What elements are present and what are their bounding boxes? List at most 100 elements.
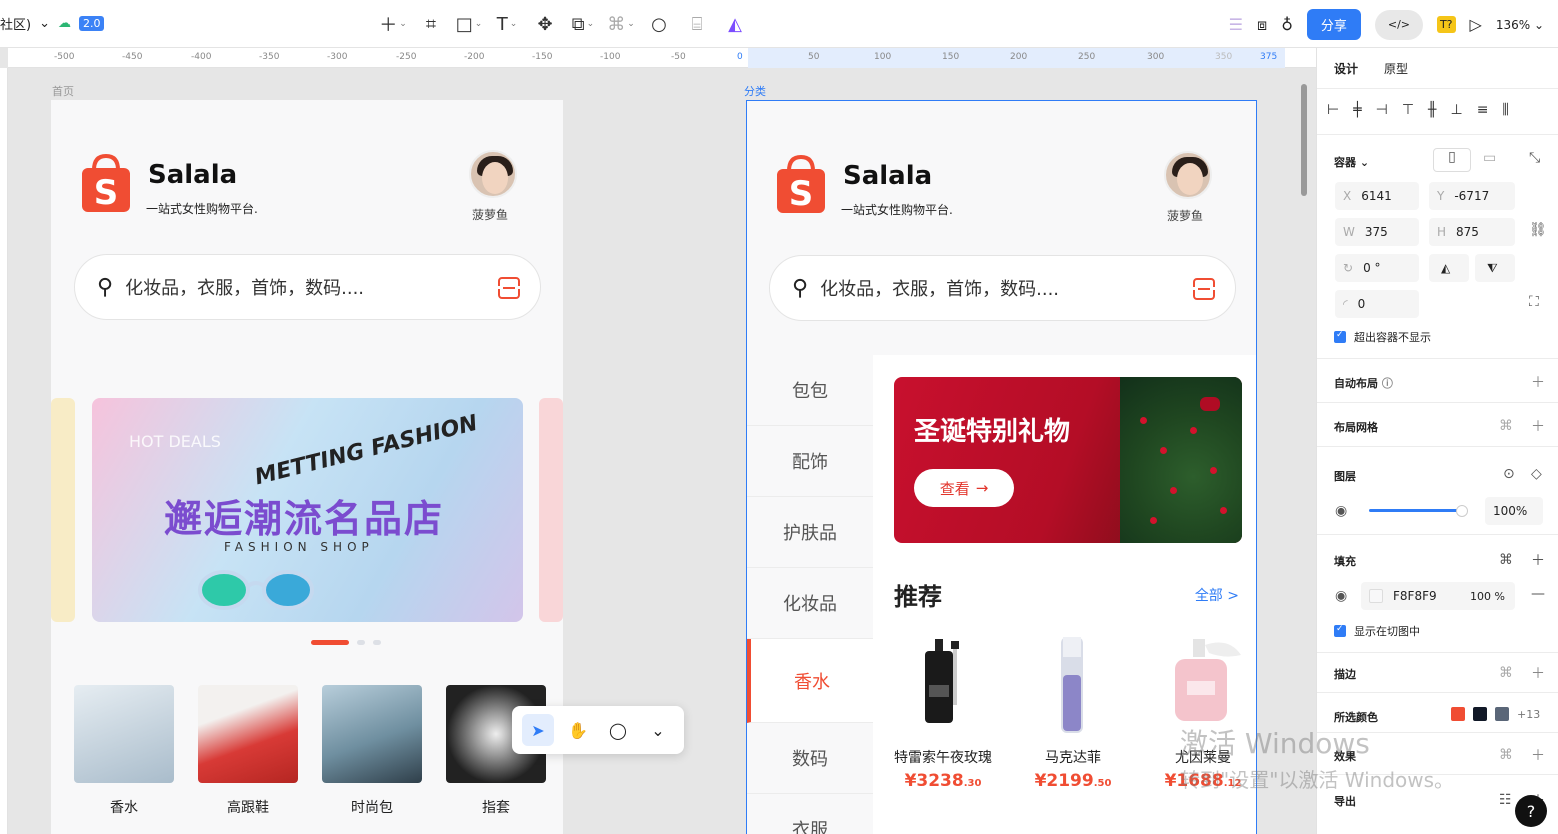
text-icon[interactable]: T ⌄ — [494, 10, 520, 38]
scan-icon[interactable] — [496, 277, 522, 299]
share-button[interactable]: 分享 — [1306, 9, 1361, 40]
sidenav-item-bags[interactable]: 包包 — [747, 355, 873, 426]
color-swatch[interactable] — [1451, 707, 1465, 721]
carousel-dot[interactable] — [311, 640, 349, 645]
search-bar[interactable]: ⚲ 化妆品，衣服，首饰，数码.... — [769, 255, 1236, 321]
community-label[interactable]: 社区) — [0, 14, 31, 33]
align-middle-v-icon[interactable]: ╫ — [1428, 102, 1436, 118]
chevron-down-icon[interactable]: ⌄ — [39, 16, 50, 31]
grid-style-icon[interactable]: ⌘ — [1499, 418, 1513, 434]
distribute-v-icon[interactable]: ⫼ — [1502, 102, 1508, 118]
export-settings-icon[interactable]: ☷ — [1499, 792, 1512, 808]
boolean-icon[interactable]: ⧉ ⌄ — [570, 10, 596, 38]
stroke-style-icon[interactable]: ⌘ — [1499, 665, 1513, 681]
sidenav-item-accessories[interactable]: 配饰 — [747, 426, 873, 497]
align-center-h-icon[interactable]: ╪ — [1353, 102, 1361, 118]
container-section[interactable]: 容器 ⌄ — [1334, 154, 1369, 170]
avatar[interactable] — [1164, 151, 1212, 199]
comment-icon[interactable]: ◯ — [602, 714, 634, 746]
more-chevron-icon[interactable]: ⌄ — [642, 714, 674, 746]
add-auto-layout-icon[interactable]: ＋ — [1531, 372, 1545, 392]
hero-banner[interactable]: HOT DEALS METTING FASHION 邂逅潮流名品店 FASHIO… — [92, 398, 523, 622]
info-icon[interactable]: ⓘ — [1382, 377, 1393, 390]
search-bar[interactable]: ⚲ 化妆品，衣服，首饰，数码.... — [74, 254, 541, 320]
flip-h-button[interactable]: ◭ — [1429, 254, 1469, 282]
radius-field[interactable]: ◜ 0 — [1335, 290, 1419, 318]
category-item[interactable]: 香水 — [74, 685, 174, 817]
select-cursor-icon[interactable]: ➤ — [522, 714, 554, 746]
see-all-link[interactable]: 全部 > — [1195, 585, 1239, 605]
help-button[interactable]: ? — [1515, 795, 1547, 827]
width-field[interactable]: W 375 — [1335, 218, 1419, 246]
y-field[interactable]: Y -6717 — [1429, 182, 1515, 210]
height-field[interactable]: H 875 — [1429, 218, 1515, 246]
ai-icon[interactable]: ◭ — [722, 10, 748, 38]
carousel-dot[interactable] — [357, 640, 365, 645]
portrait-icon[interactable]: ▯ — [1433, 148, 1471, 172]
tab-design[interactable]: 设计 — [1334, 60, 1358, 77]
carousel-dot[interactable] — [373, 640, 381, 645]
add-fill-icon[interactable]: ＋ — [1531, 550, 1545, 570]
add-layout-grid-icon[interactable]: ＋ — [1531, 416, 1545, 436]
rectangle-icon[interactable]: □ ⌄ — [456, 10, 483, 38]
home-frame[interactable]: S Salala 一站式女性购物平台. 菠萝鱼 ⚲ 化妆品，衣服，首饰，数码..… — [51, 100, 563, 834]
comment-list-icon[interactable]: ☰ — [1229, 15, 1243, 34]
align-bottom-icon[interactable]: ⊥ — [1450, 102, 1462, 118]
align-left-icon[interactable]: ⊢ — [1327, 102, 1339, 118]
opacity-field[interactable]: 100% — [1485, 497, 1543, 525]
link-icon[interactable]: ⛓ — [1529, 222, 1547, 238]
category-item[interactable]: 高跟鞋 — [198, 685, 298, 817]
rotation-field[interactable]: ↻ 0 ° — [1335, 254, 1419, 282]
more-colors-count[interactable]: +13 — [1517, 708, 1540, 721]
carousel-dots[interactable] — [311, 640, 381, 645]
view-button[interactable]: 查看 → — [914, 469, 1014, 507]
show-in-slice-checkbox[interactable]: 显示在切图中 — [1334, 623, 1420, 639]
product-card[interactable]: 马克达菲 ¥2199.50 — [1019, 635, 1127, 791]
hand-icon[interactable]: ✋ — [562, 714, 594, 746]
ellipse-icon[interactable]: ○ — [646, 10, 672, 38]
frame-icon[interactable]: ⌗ — [418, 10, 444, 38]
canvas-scrollbar[interactable] — [1301, 84, 1307, 196]
effect-style-icon[interactable]: ⌘ — [1499, 747, 1513, 763]
tab-prototype[interactable]: 原型 — [1384, 60, 1408, 77]
sidenav-item-perfume[interactable]: 香水 — [747, 639, 873, 723]
zoom-select[interactable]: 136% ⌄ — [1496, 18, 1544, 32]
play-icon[interactable]: ▷ — [1470, 15, 1482, 34]
landscape-icon[interactable]: ▭ — [1483, 150, 1496, 166]
add-icon[interactable]: ＋ ⌄ — [379, 10, 407, 38]
remove-fill-icon[interactable]: — — [1531, 586, 1545, 602]
blend-mode-icon[interactable]: ⊙ — [1503, 466, 1515, 482]
opacity-slider[interactable] — [1369, 505, 1468, 517]
sidenav-item-makeup[interactable]: 化妆品 — [747, 568, 873, 639]
flip-v-button[interactable]: ⧨ — [1475, 254, 1515, 282]
frame-label-category[interactable]: 分类 — [744, 83, 766, 99]
category-item[interactable]: 时尚包 — [322, 685, 422, 817]
clip-content-checkbox[interactable]: 超出容器不显示 — [1334, 329, 1431, 345]
align-right-icon[interactable]: ⊣ — [1376, 102, 1388, 118]
fill-style-icon[interactable]: ⌘ — [1499, 552, 1513, 568]
code-button[interactable]: </> — [1374, 9, 1423, 40]
component-icon[interactable]: ⌘ ⌄ — [607, 10, 635, 38]
plugin-icon[interactable]: ⧈ — [1257, 15, 1267, 35]
font-badge[interactable]: T? — [1436, 16, 1456, 33]
fill-color-field[interactable]: F8F8F9 100 % — [1361, 582, 1515, 610]
product-card[interactable]: 特雷索午夜玫瑰 ¥3238.30 — [889, 635, 997, 791]
add-effect-icon[interactable]: ＋ — [1531, 745, 1545, 765]
add-stroke-icon[interactable]: ＋ — [1531, 663, 1545, 683]
christmas-banner[interactable]: 圣诞特别礼物 查看 → — [894, 377, 1242, 543]
sidenav-item-digital[interactable]: 数码 — [747, 723, 873, 794]
frame-label-home[interactable]: 首页 — [52, 83, 74, 99]
sidenav-item-clothes[interactable]: 衣服 — [747, 794, 873, 834]
distribute-h-icon[interactable]: ≡ — [1477, 102, 1489, 118]
color-swatch[interactable] — [1495, 707, 1509, 721]
bulb-icon[interactable]: ♁ — [1281, 15, 1293, 34]
opacity-drop-icon[interactable]: ◇ — [1531, 466, 1542, 482]
eye-icon[interactable]: ◉ — [1335, 588, 1347, 604]
color-swatch[interactable] — [1473, 707, 1487, 721]
avatar[interactable] — [469, 150, 517, 198]
x-field[interactable]: X 6141 — [1335, 182, 1419, 210]
independent-corners-icon[interactable]: ⛶ — [1529, 294, 1539, 310]
sidenav-item-skincare[interactable]: 护肤品 — [747, 497, 873, 568]
scan-icon[interactable] — [1191, 278, 1217, 300]
pen-icon[interactable]: ✥ — [532, 10, 558, 38]
